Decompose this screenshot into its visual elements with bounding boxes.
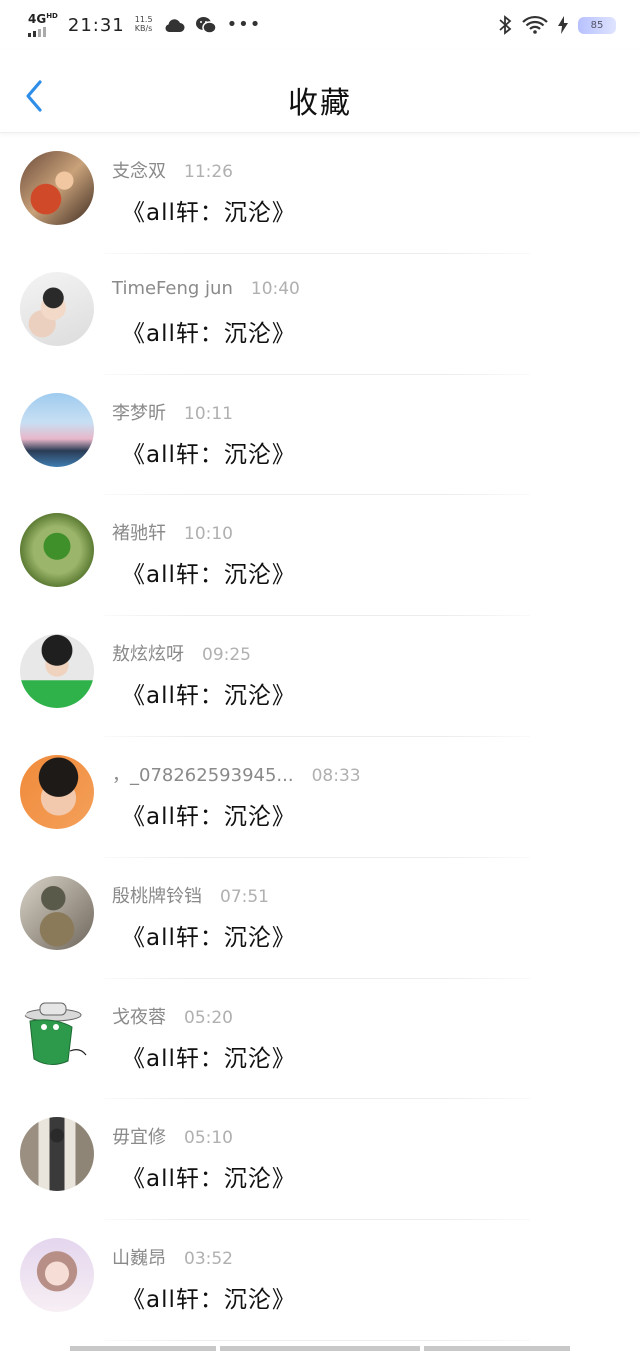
avatar[interactable]: [20, 634, 94, 709]
bluetooth-icon: [498, 15, 512, 35]
item-meta: 毋宜修 05:10: [112, 1123, 233, 1149]
item-author: 敖炫炫呀: [112, 644, 184, 666]
avatar[interactable]: [20, 513, 94, 588]
item-meta: 山巍昂 03:52: [112, 1244, 233, 1270]
avatar[interactable]: [20, 271, 94, 346]
avatar[interactable]: [20, 996, 94, 1071]
list-item[interactable]: TimeFeng jun 10:40 《all轩：沉沦》: [0, 254, 640, 375]
item-title: 《all轩：沉沦》: [122, 1045, 296, 1072]
item-meta: 敖炫炫呀 09:25: [112, 640, 251, 666]
item-author: 毋宜修: [112, 1127, 166, 1149]
wechat-icon: [195, 16, 217, 34]
divider: [104, 1339, 530, 1341]
item-time: 10:11: [184, 403, 233, 424]
item-title: 《all轩：沉沦》: [122, 441, 296, 468]
item-time: 03:52: [184, 1249, 233, 1270]
network-speed: 11.5 KB/s: [134, 15, 153, 34]
list-item[interactable]: 毋宜修 05:10 《all轩：沉沦》: [0, 1099, 640, 1221]
item-meta: 褚驰轩 10:10: [112, 519, 233, 545]
list-item[interactable]: 李梦昕 10:11 《all轩：沉沦》: [0, 375, 640, 496]
item-meta: 戈夜蓉 05:20: [112, 1003, 233, 1029]
item-title: 《all轩：沉沦》: [122, 683, 296, 710]
avatar[interactable]: [20, 1238, 94, 1313]
avatar[interactable]: [20, 151, 94, 225]
item-meta: 殷桃牌铃铛 07:51: [112, 882, 269, 908]
item-title: 《all轩：沉沦》: [122, 562, 296, 589]
item-time: 07:51: [220, 886, 269, 907]
frog-hat-icon: [24, 1002, 87, 1065]
item-time: 08:33: [311, 765, 361, 786]
cloud-icon: [163, 17, 185, 33]
avatar[interactable]: [20, 754, 94, 829]
list-item[interactable]: 山巍昂 03:52 《all轩：沉沦》: [0, 1220, 640, 1341]
signal-icon: [28, 27, 46, 37]
battery-level: 85: [590, 19, 604, 31]
network-type: 4G: [28, 12, 47, 26]
item-title: 《all轩：沉沦》: [122, 803, 296, 830]
more-dots-icon: •••: [226, 14, 262, 35]
list-item[interactable]: 褚驰轩 10:10 《all轩：沉沦》: [0, 495, 640, 617]
list-item[interactable]: 支念双 11:26 《all轩：沉沦》: [0, 133, 640, 254]
item-meta: ，_078262593945... 08:33: [112, 761, 361, 787]
scroll-indicator: [70, 1346, 570, 1351]
item-time: 05:10: [184, 1128, 233, 1149]
item-time: 09:25: [202, 645, 251, 666]
list-item[interactable]: 殷桃牌铃铛 07:51 《all轩：沉沦》: [0, 858, 640, 979]
item-author: 戈夜蓉: [112, 1006, 166, 1028]
avatar[interactable]: [20, 392, 94, 467]
item-title: 《all轩：沉沦》: [122, 1166, 296, 1193]
page-title: 收藏: [288, 86, 352, 121]
network-hd: HD: [46, 12, 58, 20]
item-meta: 支念双 11:26: [112, 157, 233, 183]
item-meta: 李梦昕 10:11: [112, 399, 233, 425]
battery-icon: 85: [578, 16, 616, 34]
charging-icon: [558, 16, 568, 34]
avatar[interactable]: [20, 875, 94, 950]
speed-unit: KB/s: [134, 24, 153, 33]
item-title: 《all轩：沉沦》: [122, 1287, 296, 1314]
favorites-list: 支念双 11:26 《all轩：沉沦》 TimeFeng jun 10:40 《al…: [0, 133, 640, 1341]
list-item[interactable]: ，_078262593945... 08:33 《all轩：沉沦》: [0, 737, 640, 858]
avatar[interactable]: [20, 1117, 94, 1192]
item-author: TimeFeng jun: [112, 277, 233, 299]
item-time: 10:40: [250, 278, 300, 299]
status-time: 21:31: [67, 14, 125, 36]
item-time: 05:20: [184, 1007, 233, 1028]
item-author: ，_078262593945...: [112, 764, 294, 786]
list-item[interactable]: 敖炫炫呀 09:25 《all轩：沉沦》: [0, 616, 640, 737]
item-author: 支念双: [112, 161, 166, 182]
item-author: 李梦昕: [112, 402, 166, 424]
list-item[interactable]: 戈夜蓉 05:20 《all轩：沉沦》: [0, 979, 640, 1100]
wifi-icon: [522, 15, 548, 35]
item-title: 《all轩：沉沦》: [122, 200, 296, 226]
item-author: 山巍昂: [112, 1248, 166, 1270]
item-author: 殷桃牌铃铛: [112, 885, 202, 907]
item-meta: TimeFeng jun 10:40: [112, 278, 300, 299]
item-time: 10:10: [184, 524, 233, 545]
item-title: 《all轩：沉沦》: [122, 924, 296, 951]
status-bar: 4GHD 21:31 11.5 KB/s ••• 85: [0, 0, 640, 50]
item-title: 《all轩：沉沦》: [122, 320, 296, 347]
item-time: 11:26: [184, 162, 233, 182]
item-author: 褚驰轩: [112, 523, 166, 545]
network-indicator: 4GHD: [28, 13, 58, 37]
page-header: 收藏: [0, 50, 640, 133]
